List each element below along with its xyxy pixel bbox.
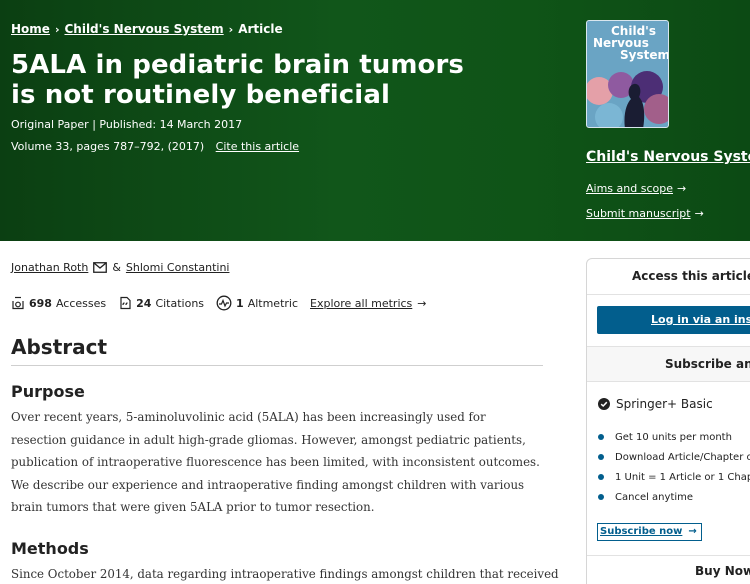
author-link[interactable]: Shlomi Constantini (126, 261, 230, 274)
cover-title: Child's Nervous System (593, 24, 669, 62)
chevron-right-icon: › (228, 22, 234, 36)
author-list: Jonathan Roth & Shlomi Constantini (11, 261, 229, 274)
aims-and-scope-link[interactable]: Aims and scope → (586, 182, 686, 195)
accesses-label: Accesses (55, 296, 107, 310)
access-panel: Access this article Log in via an instit… (586, 258, 750, 584)
article-meta: Original Paper | Published: 14 March 201… (11, 118, 243, 131)
altmetric-count: 1 (236, 296, 244, 310)
article-title: 5ALA in pediatric brain tumors is not ro… (11, 50, 465, 110)
buy-now-heading: Buy Now (695, 564, 750, 578)
breadcrumb-current: Article (238, 22, 283, 36)
subscribe-heading: Subscribe and save (587, 346, 750, 382)
section-divider (11, 365, 543, 366)
arrow-right-icon: → (417, 296, 427, 310)
list-item: Get 10 units per month (598, 427, 750, 447)
author-link[interactable]: Jonathan Roth (11, 261, 88, 274)
explore-metrics-link[interactable]: Explore all metrics (310, 297, 412, 310)
check-circle-icon (598, 398, 610, 410)
article-type: Original Paper (11, 118, 89, 131)
citations-label: Citations (155, 296, 205, 310)
subscribe-now-button[interactable]: Subscribe now → (597, 523, 702, 541)
journal-name-link[interactable]: Child's Nervous System (586, 149, 750, 165)
submit-manuscript-link[interactable]: Submit manuscript → (586, 207, 704, 220)
plan-name: Springer+ Basic (598, 397, 713, 411)
citation-icon (120, 296, 131, 310)
access-title: Access this article (587, 259, 750, 295)
breadcrumb-home[interactable]: Home (11, 22, 50, 36)
purpose-text: Over recent years, 5-aminoluvolinic acid… (11, 410, 540, 514)
arrow-right-icon: → (676, 182, 687, 195)
article-volume-row: Volume 33, pages 787–792, (2017) Cite th… (11, 140, 299, 153)
breadcrumb-journal[interactable]: Child's Nervous System (64, 22, 223, 36)
article-header: Home › Child's Nervous System › Article … (0, 0, 750, 241)
chevron-right-icon: › (54, 22, 60, 36)
list-item: Download Article/Chapter or eBook (598, 447, 750, 467)
article-metrics: 698 Accesses 24 Citations 1 Altmetric Ex… (11, 295, 427, 311)
arrow-right-icon: → (688, 526, 697, 537)
breadcrumb: Home › Child's Nervous System › Article (11, 22, 283, 36)
section-divider (587, 555, 750, 556)
published-date: Published: 14 March 2017 (99, 118, 243, 131)
download-icon (12, 296, 24, 310)
methods-heading: Methods (11, 539, 89, 558)
purpose-heading: Purpose (11, 382, 85, 401)
arrow-right-icon: → (694, 207, 704, 220)
cite-article-link[interactable]: Cite this article (216, 140, 299, 153)
author-separator: & (112, 261, 121, 274)
citations-count: 24 (136, 296, 152, 310)
institution-login-button[interactable]: Log in via an institution (597, 306, 750, 334)
journal-cover[interactable]: Child's Nervous System (586, 20, 669, 128)
plan-features: Get 10 units per month Download Article/… (598, 427, 750, 507)
list-item: 1 Unit = 1 Article or 1 Chapter (598, 467, 750, 487)
list-item: Cancel anytime (598, 487, 750, 507)
accesses-count: 698 (29, 296, 52, 310)
volume-info: Volume 33, pages 787–792, (2017) (11, 140, 205, 153)
altmetric-icon (216, 295, 232, 311)
cover-artwork-icon (587, 71, 668, 127)
mail-icon[interactable] (93, 262, 108, 273)
altmetric-label: Altmetric (247, 296, 299, 310)
abstract-heading: Abstract (11, 335, 108, 359)
methods-text: Since October 2014, data regarding intra… (11, 567, 559, 581)
